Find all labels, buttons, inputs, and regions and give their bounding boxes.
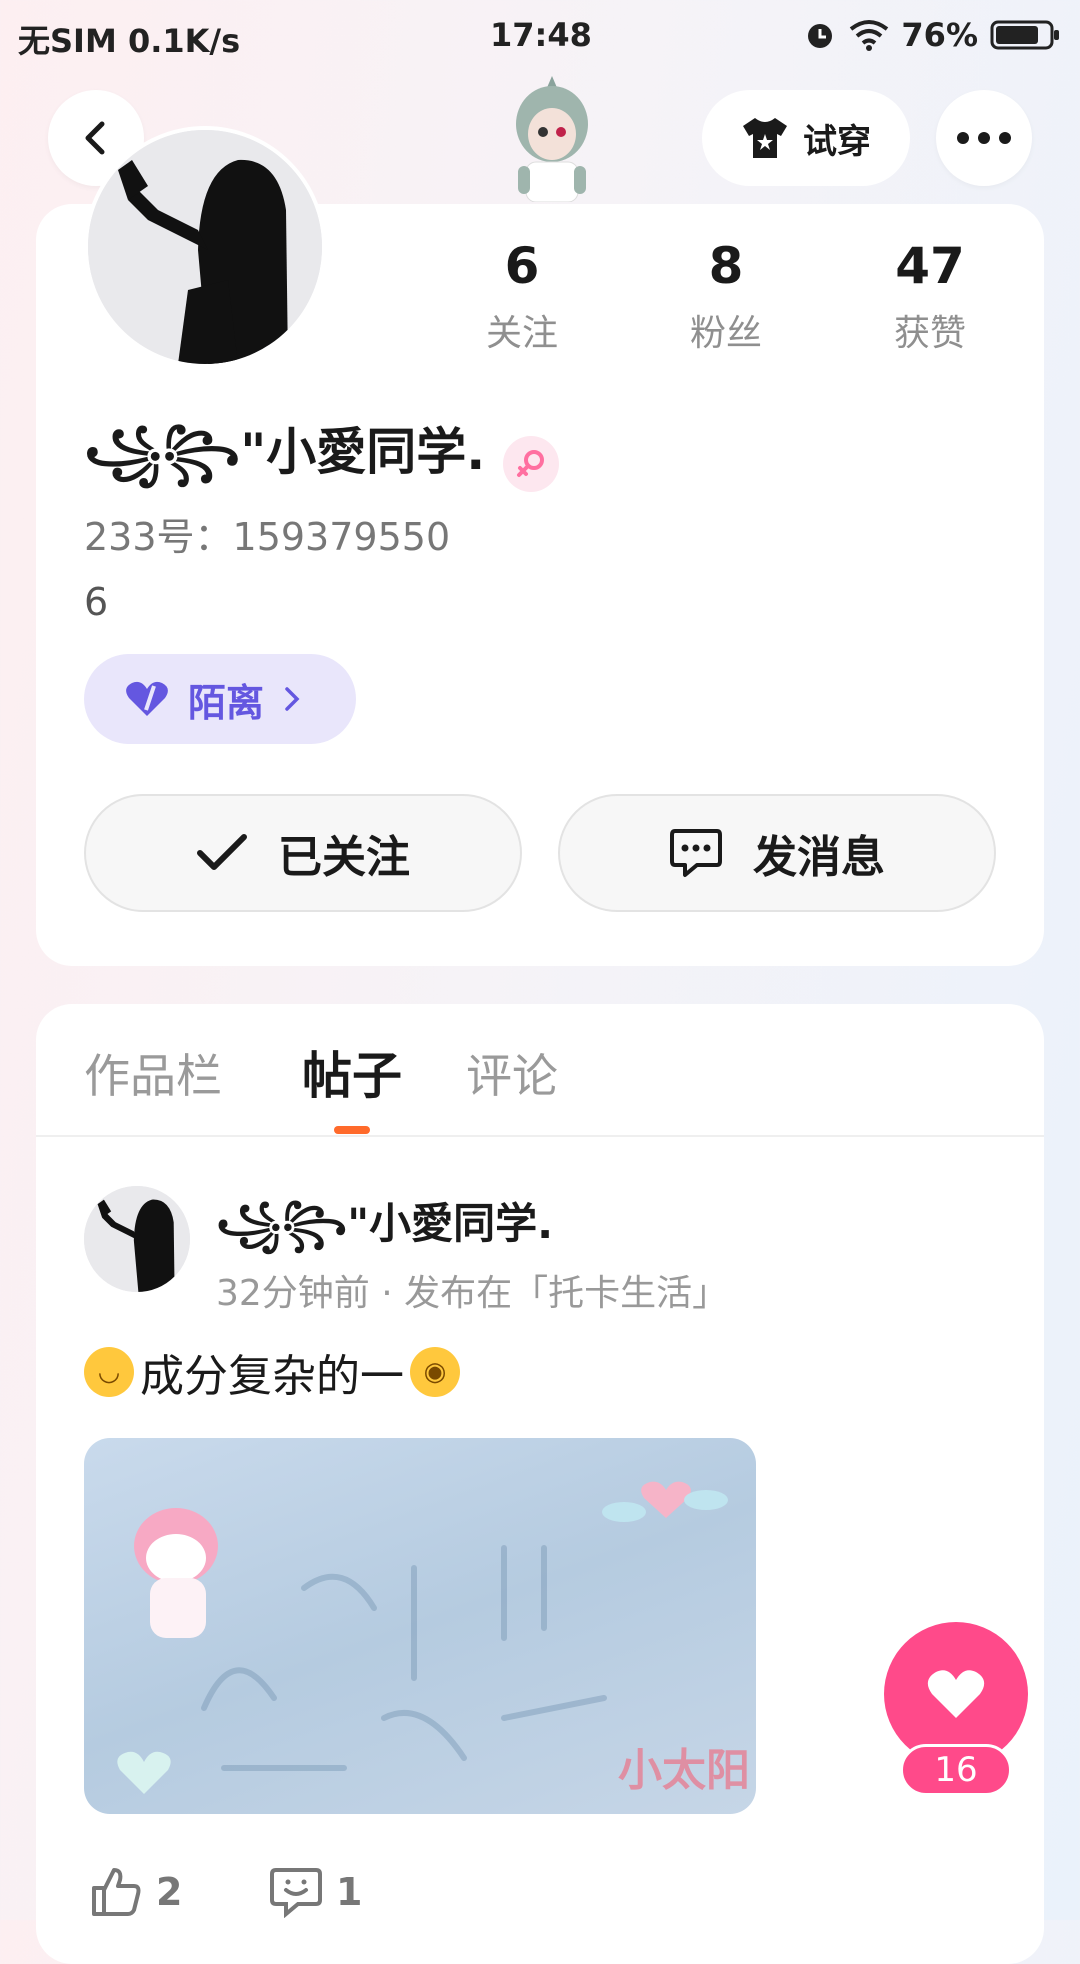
following-label: 关注 [485, 313, 558, 354]
stat-likes[interactable]: 47 获赞 [860, 234, 1000, 356]
followed-button[interactable]: 已关注 [84, 794, 522, 912]
following-count: 6 [504, 237, 540, 295]
tab-comments[interactable]: 评论 [466, 1040, 558, 1106]
status-icons: 76% [803, 16, 1060, 54]
profile-avatar[interactable] [84, 126, 326, 368]
post-author-avatar[interactable] [84, 1186, 190, 1292]
send-message-button[interactable]: 发消息 [558, 794, 996, 912]
post-like-button[interactable]: 2 [90, 1866, 182, 1918]
chevron-right-icon [285, 687, 300, 711]
likes-count: 47 [895, 237, 965, 295]
tab-works[interactable]: 作品栏 [84, 1040, 222, 1106]
heart-icon [927, 1670, 985, 1718]
more-button[interactable] [936, 90, 1032, 186]
nerd-face-icon: ◉ [410, 1347, 460, 1397]
upside-down-face-icon: ◡ [84, 1347, 134, 1397]
image-watermark: 小太阳 [618, 1745, 750, 1796]
fans-count: 8 [708, 237, 744, 295]
comment-icon [270, 1868, 322, 1918]
heart-sticker-icon [117, 1751, 171, 1794]
winged-heart-icon [602, 1481, 728, 1522]
battery-icon [990, 20, 1059, 50]
melody-sticker-icon [134, 1508, 218, 1638]
followed-label: 已关注 [278, 832, 410, 883]
post-comment-button[interactable]: 1 [270, 1866, 362, 1918]
send-message-label: 发消息 [753, 832, 885, 883]
stat-fans[interactable]: 8 粉丝 [656, 234, 796, 356]
check-icon [197, 834, 247, 870]
carrier-text: 无SIM 0.1K/s [18, 22, 241, 60]
post-meta: 32分钟前 · 发布在「托卡生活」 [216, 1273, 729, 1314]
likes-label: 获赞 [893, 313, 966, 354]
post-text: 成分复杂的一 [140, 1351, 404, 1402]
tab-divider [36, 1135, 1044, 1137]
stat-following[interactable]: 6 关注 [452, 234, 592, 356]
profile-nickname-row: ꧁꧂"小愛同学. [84, 412, 560, 515]
relation-tag-label: 陌离 [188, 680, 265, 725]
active-tab-indicator [334, 1126, 370, 1134]
profile-nickname: ꧁꧂"小愛同学. [84, 423, 486, 481]
post-text-row[interactable]: ◡ 成分复杂的一 ◉ [84, 1340, 460, 1404]
battery-percent: 76% [901, 16, 978, 54]
post-like-count: 2 [156, 1870, 183, 1914]
status-bar: 无SIM 0.1K/s 17:48 76% [0, 0, 1080, 76]
clock: 17:48 [490, 16, 592, 54]
female-gender-icon [503, 435, 560, 492]
user-id: 233号：159379550 [84, 515, 451, 559]
chevron-left-icon [85, 121, 105, 155]
try-on-button[interactable]: 试穿 [702, 90, 910, 186]
chat-bubble-icon [670, 829, 722, 877]
more-dots-icon [957, 132, 1011, 144]
tshirt-icon [743, 118, 787, 158]
thumbs-up-icon [92, 1868, 141, 1916]
alarm-icon [808, 24, 833, 48]
tab-posts[interactable]: 帖子 [302, 1036, 402, 1108]
post-comment-count: 1 [336, 1870, 363, 1914]
wifi-icon [850, 20, 889, 51]
profile-bio: 6 [84, 580, 109, 624]
post-image[interactable]: 小太阳 [84, 1438, 756, 1814]
mascot-figure[interactable] [500, 74, 604, 203]
fans-label: 粉丝 [689, 313, 762, 354]
try-on-label: 试穿 [803, 121, 871, 162]
floating-like-count: 16 [900, 1744, 1012, 1796]
relation-tag-chip[interactable]: 陌离 [84, 654, 356, 744]
heart-icon [126, 681, 168, 716]
